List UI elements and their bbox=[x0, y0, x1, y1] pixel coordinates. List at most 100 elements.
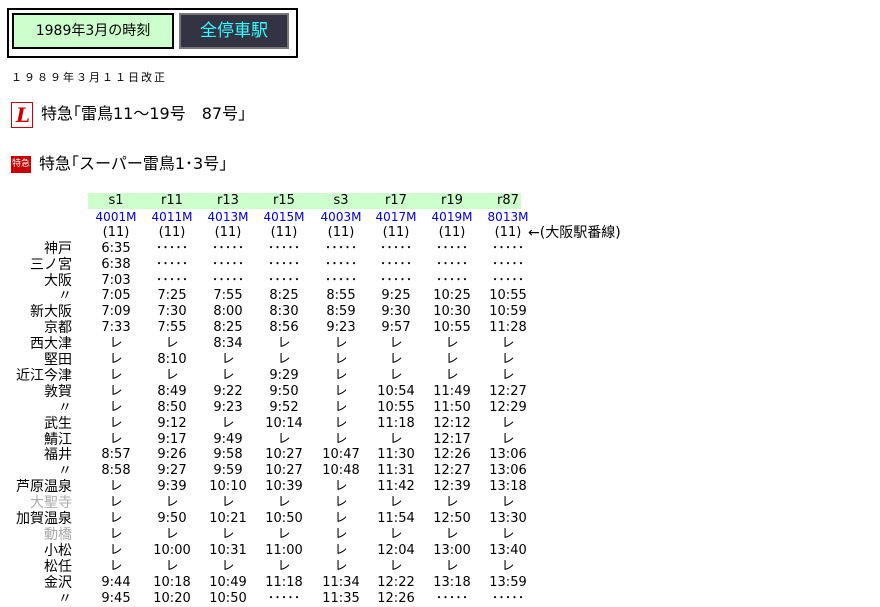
time-cell: 8:49 bbox=[157, 383, 187, 399]
table-row: 松任 レ レ レ レ レ レ レ レ bbox=[0, 559, 880, 575]
time-cell: レ bbox=[334, 526, 348, 542]
time-cell: 11:28 bbox=[489, 320, 527, 336]
time-cell: 6:38 bbox=[101, 256, 131, 272]
time-cell: レ bbox=[334, 558, 348, 574]
header-super-raicho-text: 特急｢スーパー雷鳥1･3号｣ bbox=[39, 154, 228, 173]
time-cell: レ bbox=[334, 352, 348, 367]
time-cell: 9:29 bbox=[269, 367, 299, 383]
table-row: 〃 7:05 7:25 7:55 8:25 8:55 9:25 10:25 10:55 bbox=[0, 288, 880, 304]
header-raicho-text: 特急｢雷鳥11～19号 87号｣ bbox=[41, 104, 247, 123]
time-cell: レ bbox=[501, 336, 515, 352]
time-cell: ･････ bbox=[435, 272, 469, 288]
time-cell: 10:59 bbox=[489, 304, 527, 320]
station-name: 近江今津 bbox=[16, 367, 72, 384]
train-name: s3 bbox=[333, 193, 349, 208]
time-cell: 10:31 bbox=[209, 542, 247, 558]
table-row: 加賀温泉 レ 9:50 10:21 10:50 レ 11:54 12:50 13:30 bbox=[0, 511, 880, 527]
train-number: 4013M bbox=[207, 209, 249, 224]
time-cell: レ bbox=[277, 336, 291, 352]
time-cell: ･････ bbox=[155, 256, 189, 272]
train-name: s1 bbox=[108, 193, 124, 208]
time-cell: 8:57 bbox=[101, 447, 131, 463]
limited-express-l-icon: L bbox=[11, 101, 33, 128]
time-cell: レ bbox=[109, 495, 123, 511]
time-cell: 13:30 bbox=[489, 511, 527, 526]
table-row: 動橋 レ レ レ レ レ レ レ レ bbox=[0, 527, 880, 543]
train-number: 4017M bbox=[375, 209, 417, 224]
station-name: 金沢 bbox=[44, 574, 72, 591]
train-track: (11) bbox=[438, 224, 466, 240]
time-cell: 9:44 bbox=[101, 574, 131, 590]
time-cell: レ bbox=[334, 336, 348, 352]
time-cell: レ bbox=[221, 367, 235, 383]
timetable-header-track: (11) (11) (11) (11) (11) (11) (11) (11) ←(大阪駅番線) bbox=[0, 225, 880, 241]
table-row: 〃 8:58 9:27 9:59 10:27 10:48 11:31 12:27 13:06 bbox=[0, 463, 880, 479]
time-cell: 9:17 bbox=[157, 431, 187, 447]
time-cell: 8:58 bbox=[101, 463, 131, 479]
table-row: 〃 9:45 10:20 10:50 ･････ 11:35 12:26 ･････ ･････ bbox=[0, 591, 880, 607]
time-cell: 11:18 bbox=[377, 415, 415, 431]
station-name: 大聖寺 bbox=[30, 495, 72, 512]
time-cell: 11:42 bbox=[377, 479, 415, 495]
time-cell: 10:55 bbox=[489, 288, 527, 304]
time-cell: 7:25 bbox=[157, 288, 187, 304]
time-cell: レ bbox=[165, 367, 179, 383]
time-cell: 13:18 bbox=[433, 574, 471, 590]
timetable-header-name: s1 r11 r13 r15 s3 r17 r19 r87 bbox=[0, 193, 880, 209]
station-name: 動橋 bbox=[44, 526, 72, 543]
time-cell: レ bbox=[221, 352, 235, 367]
table-row: 〃 レ 8:50 9:23 9:52 レ 10:55 11:50 12:29 bbox=[0, 400, 880, 416]
station-name: 三ノ宮 bbox=[30, 256, 72, 273]
time-cell: レ bbox=[445, 367, 459, 383]
station-name: 加賀温泉 bbox=[16, 511, 72, 527]
station-name: 大阪 bbox=[44, 272, 72, 289]
tokkyu-badge-icon: 特急 bbox=[11, 156, 31, 173]
time-cell: ･････ bbox=[491, 240, 525, 256]
train-number: 8013M bbox=[487, 209, 529, 224]
time-cell: 12:26 bbox=[433, 447, 471, 463]
time-cell: ･････ bbox=[491, 256, 525, 272]
train-number: 4019M bbox=[431, 209, 473, 224]
time-cell: ･････ bbox=[379, 256, 413, 272]
time-cell: レ bbox=[334, 415, 348, 431]
train-number: 4003M bbox=[320, 209, 362, 224]
train-track: (11) bbox=[158, 224, 186, 240]
header-raicho: L 特急｢雷鳥11～19号 87号｣ bbox=[11, 100, 246, 128]
station-name: 〃 bbox=[58, 463, 72, 480]
time-cell: ･････ bbox=[324, 256, 358, 272]
tab-all-stations[interactable]: 全停車駅 bbox=[179, 13, 289, 49]
time-cell: 8:10 bbox=[157, 352, 187, 367]
station-name: 神戸 bbox=[44, 240, 72, 257]
time-cell: レ bbox=[277, 431, 291, 447]
time-cell: ･････ bbox=[211, 272, 245, 288]
time-cell: 10:50 bbox=[209, 590, 247, 606]
time-cell: レ bbox=[109, 383, 123, 399]
time-cell: 10:00 bbox=[153, 542, 191, 558]
time-cell: レ bbox=[501, 526, 515, 542]
tab-timetable-1989-03[interactable]: 1989年3月の時刻 bbox=[12, 13, 174, 49]
time-cell: 8:25 bbox=[213, 320, 243, 336]
time-cell: ･････ bbox=[324, 272, 358, 288]
time-cell: 12:27 bbox=[489, 383, 527, 399]
table-row: 堅田 レ 8:10 レ レ レ レ レ レ bbox=[0, 352, 880, 368]
time-cell: レ bbox=[445, 336, 459, 352]
time-cell: レ bbox=[109, 526, 123, 542]
time-cell: ･････ bbox=[491, 590, 525, 606]
time-cell: 10:10 bbox=[209, 479, 247, 495]
train-name: r11 bbox=[161, 193, 183, 208]
train-name: r13 bbox=[217, 193, 239, 208]
time-cell: 10:47 bbox=[322, 447, 360, 463]
train-name: r19 bbox=[441, 193, 463, 208]
time-cell: レ bbox=[334, 479, 348, 495]
time-cell: 11:18 bbox=[265, 574, 303, 590]
time-cell: ･････ bbox=[435, 240, 469, 256]
station-name: 松任 bbox=[44, 558, 72, 575]
time-cell: レ bbox=[501, 558, 515, 574]
revision-date: １９８９年３月１１日改正 bbox=[11, 71, 167, 84]
time-cell: レ bbox=[109, 542, 123, 558]
time-cell: 11:34 bbox=[322, 574, 360, 590]
time-cell: 7:55 bbox=[213, 288, 243, 304]
time-cell: レ bbox=[334, 431, 348, 447]
time-cell: 10:21 bbox=[209, 511, 247, 526]
time-cell: レ bbox=[334, 383, 348, 399]
